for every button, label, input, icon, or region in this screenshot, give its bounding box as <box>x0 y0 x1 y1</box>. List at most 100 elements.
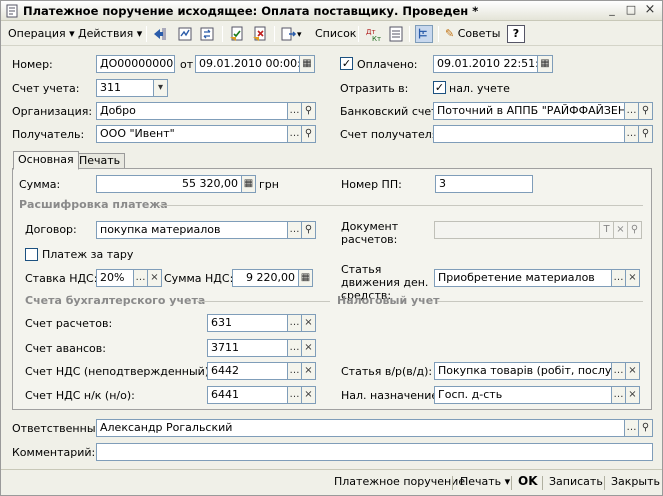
clear-icon[interactable]: × <box>614 221 628 239</box>
calculator-icon[interactable]: ▦ <box>299 269 313 287</box>
actions-menu-label: Действия <box>78 27 134 40</box>
payment-order-button[interactable]: Платежное поручение <box>334 475 465 488</box>
vat-rate-label: Ставка НДС: <box>25 272 98 285</box>
tax-accounting-checkbox[interactable]: ✓ <box>433 81 446 94</box>
window-title: Платежное поручение исходящее: Оплата по… <box>23 4 479 18</box>
recipient-account-field[interactable] <box>433 125 625 143</box>
settlement-document-field[interactable] <box>434 221 600 239</box>
currency-label: грн <box>259 178 279 191</box>
svg-text:Кт: Кт <box>372 35 381 43</box>
text-type-icon[interactable]: T <box>600 221 614 239</box>
settlement-account-field[interactable]: 631 <box>207 314 288 332</box>
ellipsis-icon[interactable]: … <box>625 102 639 120</box>
chevron-down-icon[interactable]: ▾ <box>297 30 302 40</box>
clear-icon[interactable]: × <box>302 386 316 404</box>
tips-button[interactable]: ✎ Советы <box>442 24 503 44</box>
tab-main[interactable]: Основная <box>13 151 79 170</box>
clear-icon[interactable]: × <box>626 269 640 287</box>
actions-menu[interactable]: Действия ▾ <box>75 24 145 44</box>
clear-icon[interactable]: × <box>148 269 162 287</box>
accounts-section-title: Счета бухгалтерского учета <box>25 294 206 307</box>
expense-article-field[interactable]: Покупка товарів (робіт, послуг) <box>434 362 612 380</box>
organization-field[interactable]: Добро <box>96 102 288 120</box>
breakdown-section-title: Расшифровка платежа <box>19 198 168 211</box>
ellipsis-icon[interactable]: … <box>134 269 148 287</box>
contract-field[interactable]: покупка материалов <box>96 221 288 239</box>
paid-checkbox[interactable]: ✓ <box>340 57 353 70</box>
ellipsis-icon[interactable]: … <box>612 386 626 404</box>
save-button[interactable]: Записать <box>549 475 603 488</box>
clear-icon[interactable]: × <box>626 386 640 404</box>
search-icon[interactable]: ⚲ <box>302 221 316 239</box>
unpost-document-icon[interactable] <box>251 25 269 43</box>
calendar-icon[interactable]: ▦ <box>538 55 553 73</box>
ellipsis-icon[interactable]: … <box>612 269 626 287</box>
report-icon[interactable] <box>387 25 405 43</box>
replace-icon[interactable] <box>198 25 216 43</box>
search-icon[interactable]: ⚲ <box>302 125 316 143</box>
vat-rate-field[interactable]: 20% <box>96 269 134 287</box>
tax-purpose-field[interactable]: Госп. д-сть <box>434 386 612 404</box>
maximize-icon[interactable]: □ <box>623 4 639 18</box>
close-button[interactable]: Закрыть <box>611 475 660 488</box>
ellipsis-icon[interactable]: … <box>625 125 639 143</box>
container-payment-label: Платеж за тару <box>42 248 134 261</box>
vat-nk-field[interactable]: 6441 <box>207 386 288 404</box>
search-icon[interactable]: ⚲ <box>302 102 316 120</box>
clear-icon[interactable]: × <box>626 362 640 380</box>
clear-icon[interactable]: × <box>302 362 316 380</box>
account-field[interactable]: 311 <box>96 79 154 97</box>
vat-sum-label: Сумма НДС: <box>164 272 234 285</box>
container-payment-checkbox[interactable] <box>25 248 38 261</box>
recipient-field[interactable]: ООО "Ивент" <box>96 125 288 143</box>
vat-sum-field[interactable]: 9 220,00 <box>232 269 299 287</box>
calculator-icon[interactable]: ▦ <box>242 175 256 193</box>
sum-field[interactable]: 55 320,00 <box>96 175 242 193</box>
close-icon[interactable]: × <box>642 3 658 18</box>
tab-print[interactable]: Печать <box>74 153 126 169</box>
ellipsis-icon[interactable]: … <box>288 221 302 239</box>
tree-icon[interactable] <box>415 25 433 43</box>
ellipsis-icon[interactable]: … <box>288 339 302 357</box>
ellipsis-icon[interactable]: … <box>625 419 639 437</box>
date-from-label: от <box>180 58 194 71</box>
paid-date-field[interactable]: 09.01.2010 22:51:00 <box>433 55 538 73</box>
post-document-icon[interactable] <box>228 25 246 43</box>
pp-number-field[interactable]: 3 <box>435 175 533 193</box>
print-menu-button[interactable]: Печать ▾ <box>460 475 510 488</box>
goto-back-icon[interactable] <box>151 25 169 43</box>
ellipsis-icon[interactable]: … <box>288 102 302 120</box>
cashflow-field[interactable]: Приобретение материалов <box>434 269 612 287</box>
enter-based-on-icon[interactable] <box>280 25 298 43</box>
ellipsis-icon[interactable]: … <box>288 125 302 143</box>
number-field[interactable]: ДО000000003 <box>96 55 175 73</box>
list-button[interactable]: Список <box>312 24 359 44</box>
operation-menu[interactable]: Операция ▾ <box>5 24 78 44</box>
ellipsis-icon[interactable]: … <box>288 362 302 380</box>
minimize-icon[interactable]: _ <box>604 4 620 18</box>
clear-icon[interactable]: × <box>302 314 316 332</box>
help-icon[interactable]: ? <box>507 25 525 43</box>
ellipsis-icon[interactable]: … <box>288 386 302 404</box>
search-icon[interactable]: ⚲ <box>639 125 653 143</box>
search-icon[interactable]: ⚲ <box>639 102 653 120</box>
structure-icon[interactable] <box>176 25 194 43</box>
responsible-field[interactable]: Александр Рогальский <box>96 419 625 437</box>
vat-unconfirmed-field[interactable]: 6442 <box>207 362 288 380</box>
toolbar: Операция ▾ Действия ▾ ▾ Список Дт Кт ✎ Со… <box>1 22 662 46</box>
ellipsis-icon[interactable]: … <box>288 314 302 332</box>
document-icon <box>6 4 18 18</box>
chevron-down-icon: ▾ <box>69 27 75 40</box>
comment-field[interactable] <box>96 443 653 461</box>
clear-icon[interactable]: × <box>302 339 316 357</box>
search-icon[interactable]: ⚲ <box>628 221 642 239</box>
bank-account-field[interactable]: Поточний в АППБ "РАЙФФАЙЗЕН Е <box>433 102 625 120</box>
calendar-icon[interactable]: ▦ <box>300 55 315 73</box>
advance-account-field[interactable]: 3711 <box>207 339 288 357</box>
chevron-down-icon[interactable]: ▾ <box>154 79 168 97</box>
search-icon[interactable]: ⚲ <box>639 419 653 437</box>
debit-credit-icon[interactable]: ДтКт <box>364 25 382 43</box>
ellipsis-icon[interactable]: … <box>612 362 626 380</box>
date-field[interactable]: 09.01.2010 00:00:00 <box>195 55 300 73</box>
ok-button[interactable]: OK <box>518 474 538 488</box>
